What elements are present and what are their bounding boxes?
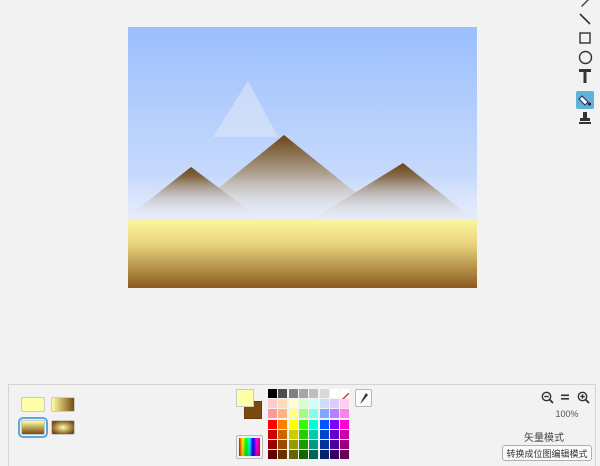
landscape-drawing xyxy=(128,27,477,288)
fill-vertical-gradient-swatch[interactable] xyxy=(18,417,48,438)
zoom-out-icon xyxy=(541,391,554,404)
palette-color-swatch[interactable] xyxy=(268,419,277,429)
palette-color-swatch[interactable] xyxy=(319,389,329,398)
ellipse-icon[interactable] xyxy=(576,48,594,66)
palette-color-swatch[interactable] xyxy=(319,450,329,460)
palette-color-swatch[interactable] xyxy=(309,419,319,429)
palette-color-swatch[interactable] xyxy=(298,429,308,439)
palette-color-swatch[interactable] xyxy=(319,419,329,429)
color-picker-button[interactable] xyxy=(236,435,263,459)
palette-color-swatch[interactable] xyxy=(309,450,319,460)
palette-color-swatch[interactable] xyxy=(309,389,319,398)
palette-color-swatch[interactable] xyxy=(319,399,329,409)
palette-color-swatch[interactable] xyxy=(340,409,350,419)
palette-color-swatch[interactable] xyxy=(288,409,298,419)
eyedropper-button[interactable] xyxy=(355,389,372,407)
palette-color-swatch[interactable] xyxy=(329,419,339,429)
palette-color-swatch[interactable] xyxy=(329,399,339,409)
palette-color-swatch[interactable] xyxy=(288,419,298,429)
palette-color-swatch[interactable] xyxy=(268,450,277,460)
fill-horizontal-gradient-swatch[interactable] xyxy=(51,397,75,412)
reshape-icon[interactable] xyxy=(576,0,594,10)
palette-color-swatch[interactable] xyxy=(309,409,319,419)
palette-color-swatch[interactable] xyxy=(329,429,339,439)
eyedropper-icon xyxy=(359,392,368,404)
text-icon[interactable] xyxy=(576,67,594,85)
palette-color-swatch[interactable] xyxy=(278,440,288,449)
palette-color-swatch[interactable] xyxy=(340,419,350,429)
sand-ground xyxy=(128,220,477,288)
palette-color-swatch[interactable] xyxy=(278,450,288,460)
palette-color-swatch[interactable] xyxy=(278,389,288,398)
palette-color-swatch[interactable] xyxy=(309,429,319,439)
fill-solid-swatch[interactable] xyxy=(21,397,45,412)
palette-color-swatch[interactable] xyxy=(298,399,308,409)
palette-color-swatch[interactable] xyxy=(319,409,329,419)
fill-icon[interactable] xyxy=(576,91,594,109)
zoom-level: 100% xyxy=(555,409,579,419)
zoom-out-button[interactable] xyxy=(539,389,555,405)
palette-color-swatch[interactable] xyxy=(288,429,298,439)
convert-to-bitmap-button[interactable]: 转换成位图编辑模式 xyxy=(502,445,592,461)
rectangle-icon[interactable] xyxy=(576,29,594,47)
palette-color-swatch[interactable] xyxy=(298,419,308,429)
palette-color-swatch[interactable] xyxy=(329,450,339,460)
bottom-panel: 100% 矢量模式 转换成位图编辑模式 xyxy=(8,384,596,466)
fill-radial-gradient-swatch[interactable] xyxy=(51,420,75,435)
palette-color-swatch[interactable] xyxy=(340,429,350,439)
palette-color-swatch[interactable] xyxy=(340,440,350,449)
palette-color-swatch[interactable] xyxy=(298,409,308,419)
palette-color-swatch[interactable] xyxy=(298,389,308,398)
palette-color-swatch[interactable] xyxy=(268,429,277,439)
palette-color-swatch[interactable] xyxy=(278,409,288,419)
color-selector[interactable] xyxy=(236,389,262,419)
tool-strip xyxy=(576,0,594,130)
palette-color-swatch[interactable] xyxy=(278,429,288,439)
palette-color-swatch[interactable] xyxy=(278,419,288,429)
palette-color-swatch[interactable] xyxy=(329,409,339,419)
palette-color-swatch[interactable] xyxy=(340,450,350,460)
palette-color-swatch[interactable] xyxy=(329,440,339,449)
no-color-swatch[interactable] xyxy=(339,389,350,403)
palette-color-swatch[interactable] xyxy=(268,440,277,449)
palette-color-swatch[interactable] xyxy=(268,399,277,409)
palette-color-swatch[interactable] xyxy=(319,429,329,439)
palette-color-swatch[interactable] xyxy=(309,399,319,409)
mode-label: 矢量模式 xyxy=(524,433,564,444)
palette-color-swatch[interactable] xyxy=(309,440,319,449)
palette-color-swatch[interactable] xyxy=(340,399,350,409)
palette-color-swatch[interactable] xyxy=(329,389,339,398)
color-palette xyxy=(268,389,352,461)
equals-icon xyxy=(561,394,569,400)
drawing-canvas[interactable] xyxy=(128,27,477,288)
zoom-reset-button[interactable] xyxy=(557,389,573,405)
palette-color-swatch[interactable] xyxy=(298,440,308,449)
color-spectrum-icon xyxy=(239,438,260,456)
palette-color-swatch[interactable] xyxy=(278,399,288,409)
zoom-in-button[interactable] xyxy=(575,389,591,405)
palette-color-swatch[interactable] xyxy=(288,440,298,449)
palette-color-swatch[interactable] xyxy=(268,389,277,398)
palette-color-swatch[interactable] xyxy=(288,399,298,409)
stamp-icon[interactable] xyxy=(576,109,594,127)
zoom-in-icon xyxy=(577,391,590,404)
primary-color[interactable] xyxy=(236,389,254,407)
palette-color-swatch[interactable] xyxy=(298,450,308,460)
palette-color-swatch[interactable] xyxy=(319,440,329,449)
line-icon[interactable] xyxy=(576,10,594,28)
palette-color-swatch[interactable] xyxy=(268,409,277,419)
palette-color-swatch[interactable] xyxy=(288,389,298,398)
palette-color-swatch[interactable] xyxy=(288,450,298,460)
